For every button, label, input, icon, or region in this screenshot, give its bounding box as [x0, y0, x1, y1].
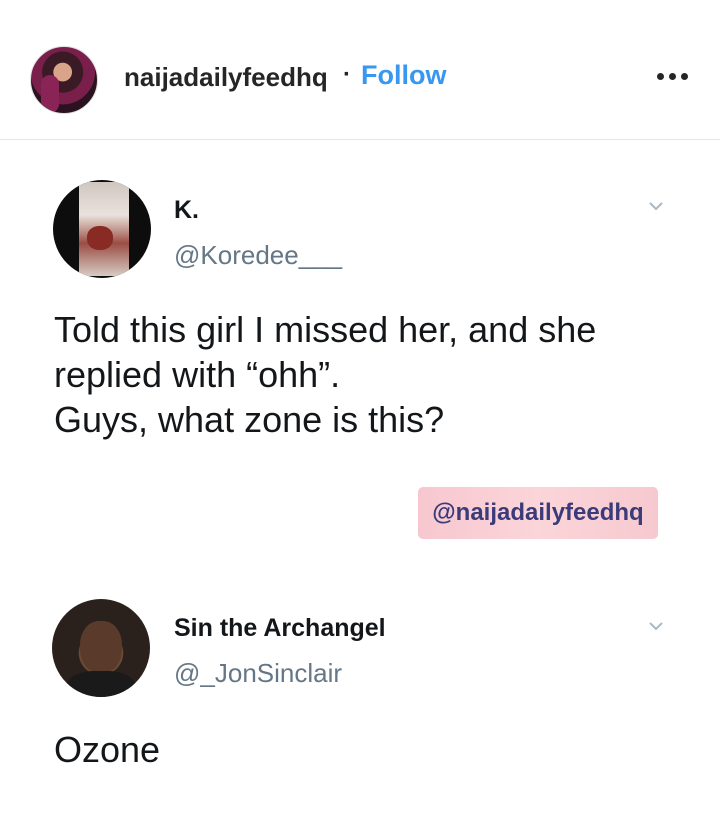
chevron-down-icon[interactable]	[647, 197, 665, 215]
tweet-author-avatar	[53, 180, 151, 278]
more-options-icon[interactable]	[652, 64, 692, 88]
chevron-down-icon[interactable]	[647, 617, 665, 635]
profile-avatar[interactable]	[30, 46, 98, 114]
tweet-author-handle: @Koredee___	[174, 240, 343, 270]
follow-button[interactable]: Follow	[361, 60, 446, 91]
watermark-badge: @naijadailyfeedhq	[418, 487, 658, 539]
reply-author-avatar	[52, 599, 150, 697]
watermark-text: @naijadailyfeedhq	[432, 499, 644, 526]
reply-text: Ozone	[54, 729, 161, 770]
reply-author-name: Sin the Archangel	[174, 614, 386, 642]
username-link[interactable]: naijadailyfeedhq	[124, 62, 328, 93]
tweet-text: Told this girl I missed her, and she rep…	[54, 309, 597, 440]
post-header: naijadailyfeedhq · Follow	[0, 0, 720, 140]
reply-author-handle: @_JonSinclair	[174, 658, 343, 688]
tweet-author-name: K.	[174, 196, 199, 224]
separator-dot: ·	[343, 61, 351, 88]
